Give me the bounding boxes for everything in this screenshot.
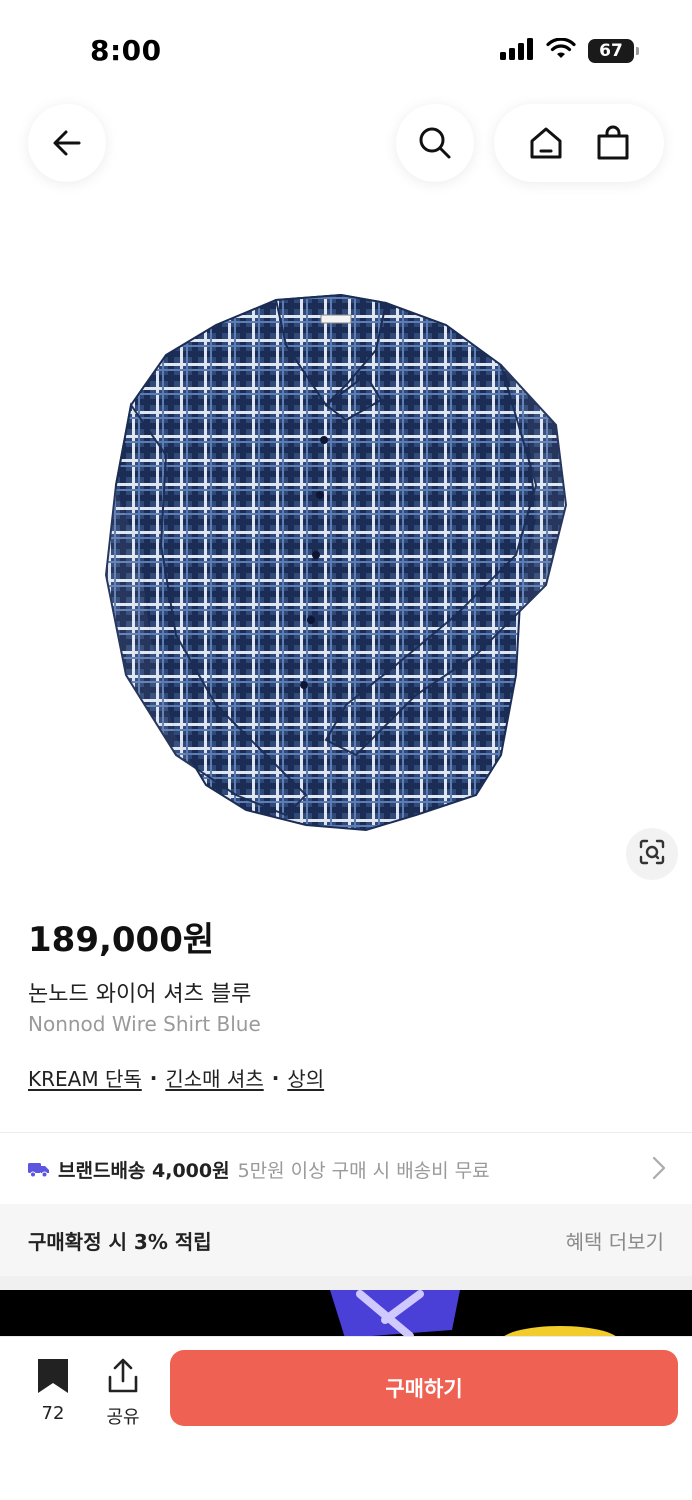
search-icon — [417, 125, 453, 161]
bookmark-icon — [36, 1357, 70, 1399]
status-indicators: 67 — [500, 37, 639, 64]
product-title-korean: 논노드 와이어 셔츠 블루 — [28, 982, 252, 1007]
shipping-fee: 브랜드배송 4,000원 — [58, 1159, 230, 1182]
share-icon — [106, 1357, 140, 1399]
chevron-right-icon — [652, 1156, 666, 1184]
share-label: 공유 — [106, 1407, 140, 1428]
benefit-row: 구매확정 시 3% 적립 혜택 더보기 — [0, 1204, 692, 1276]
buy-button[interactable]: 구매하기 — [170, 1350, 678, 1426]
tag-separator: · — [149, 1065, 158, 1090]
product-price: 189,000원 — [28, 920, 215, 960]
save-button[interactable]: 72 — [28, 1357, 78, 1424]
home-icon[interactable] — [528, 125, 564, 161]
arrow-left-icon — [49, 125, 85, 161]
section-divider — [0, 1132, 692, 1133]
shipping-note: 5만원 이상 구매 시 배송비 무료 — [237, 1159, 490, 1182]
save-count: 72 — [41, 1403, 65, 1424]
bottom-action-bar: 72 공유 구매하기 — [0, 1336, 692, 1500]
camera-lens-icon — [638, 838, 666, 870]
tag-separator: · — [271, 1065, 280, 1090]
truck-icon — [28, 1160, 50, 1178]
product-image[interactable] — [0, 210, 692, 900]
benefit-more-link[interactable]: 혜택 더보기 — [566, 1226, 664, 1255]
section-gap — [0, 1276, 692, 1290]
status-bar: 8:00 67 — [0, 0, 692, 100]
tag-long-sleeve-shirt[interactable]: 긴소매 셔츠 — [165, 1063, 263, 1092]
shipping-info-row[interactable]: 브랜드배송 4,000원 5만원 이상 구매 시 배송비 무료 — [0, 1140, 692, 1198]
share-button[interactable]: 공유 — [98, 1357, 148, 1429]
battery-icon: 67 — [588, 39, 639, 63]
status-time: 8:00 — [90, 34, 162, 67]
shirt-image — [104, 293, 568, 832]
visual-search-button[interactable] — [626, 828, 678, 880]
search-button[interactable] — [396, 104, 474, 182]
signal-icon — [500, 38, 534, 64]
back-button[interactable] — [28, 104, 106, 182]
benefit-text: 구매확정 시 3% 적립 — [28, 1229, 212, 1254]
product-tags: KREAM 단독 · 긴소매 셔츠 · 상의 — [28, 1063, 324, 1092]
tag-tops[interactable]: 상의 — [287, 1063, 324, 1092]
battery-level: 67 — [599, 41, 623, 61]
shopping-bag-icon[interactable] — [595, 125, 631, 161]
tag-kream-exclusive[interactable]: KREAM 단독 — [28, 1063, 142, 1092]
wifi-icon — [546, 37, 576, 64]
product-title-english: Nonnod Wire Shirt Blue — [28, 1012, 261, 1036]
nav-actions — [494, 104, 664, 182]
promo-banner[interactable] — [0, 1290, 692, 1338]
